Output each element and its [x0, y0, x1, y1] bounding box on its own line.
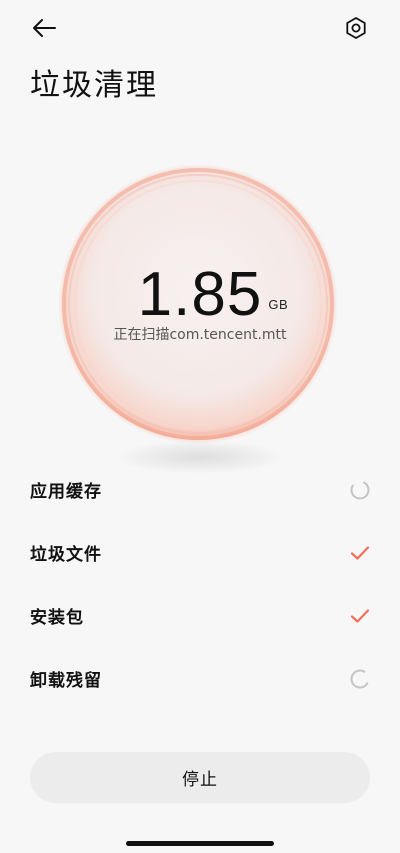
scan-task-list: 应用缓存 垃圾文件 安装包 卸载残留	[0, 458, 400, 710]
checkmark-icon	[348, 604, 372, 628]
task-label: 安装包	[30, 608, 84, 628]
checkmark-icon	[348, 541, 372, 565]
home-indicator[interactable]	[126, 841, 274, 846]
task-row-junk-files[interactable]: 垃圾文件	[0, 521, 400, 584]
junk-cleaner-screen: 垃圾清理 1.85 GB 正在扫描com.tencent.mtt 应用缓存 垃圾…	[0, 0, 400, 853]
task-label: 垃圾文件	[30, 545, 102, 565]
back-button[interactable]	[28, 14, 60, 42]
hexagon-gear-icon	[346, 17, 366, 39]
task-row-uninstall-residue[interactable]: 卸载残留	[0, 647, 400, 710]
task-row-install-packages[interactable]: 安装包	[0, 584, 400, 647]
task-label: 卸载残留	[30, 671, 102, 691]
task-row-app-cache[interactable]: 应用缓存	[0, 458, 400, 521]
settings-button[interactable]	[340, 12, 372, 44]
page-title: 垃圾清理	[30, 68, 158, 103]
arrow-left-icon	[33, 19, 56, 37]
stop-button[interactable]: 停止	[30, 752, 370, 803]
scan-progress-ring	[57, 163, 339, 445]
scan-status-text: 正在扫描com.tencent.mtt	[113, 327, 287, 343]
loading-spinner-icon	[348, 667, 372, 691]
task-label: 应用缓存	[30, 482, 102, 502]
loading-spinner-icon	[348, 478, 372, 502]
top-bar	[0, 0, 400, 56]
